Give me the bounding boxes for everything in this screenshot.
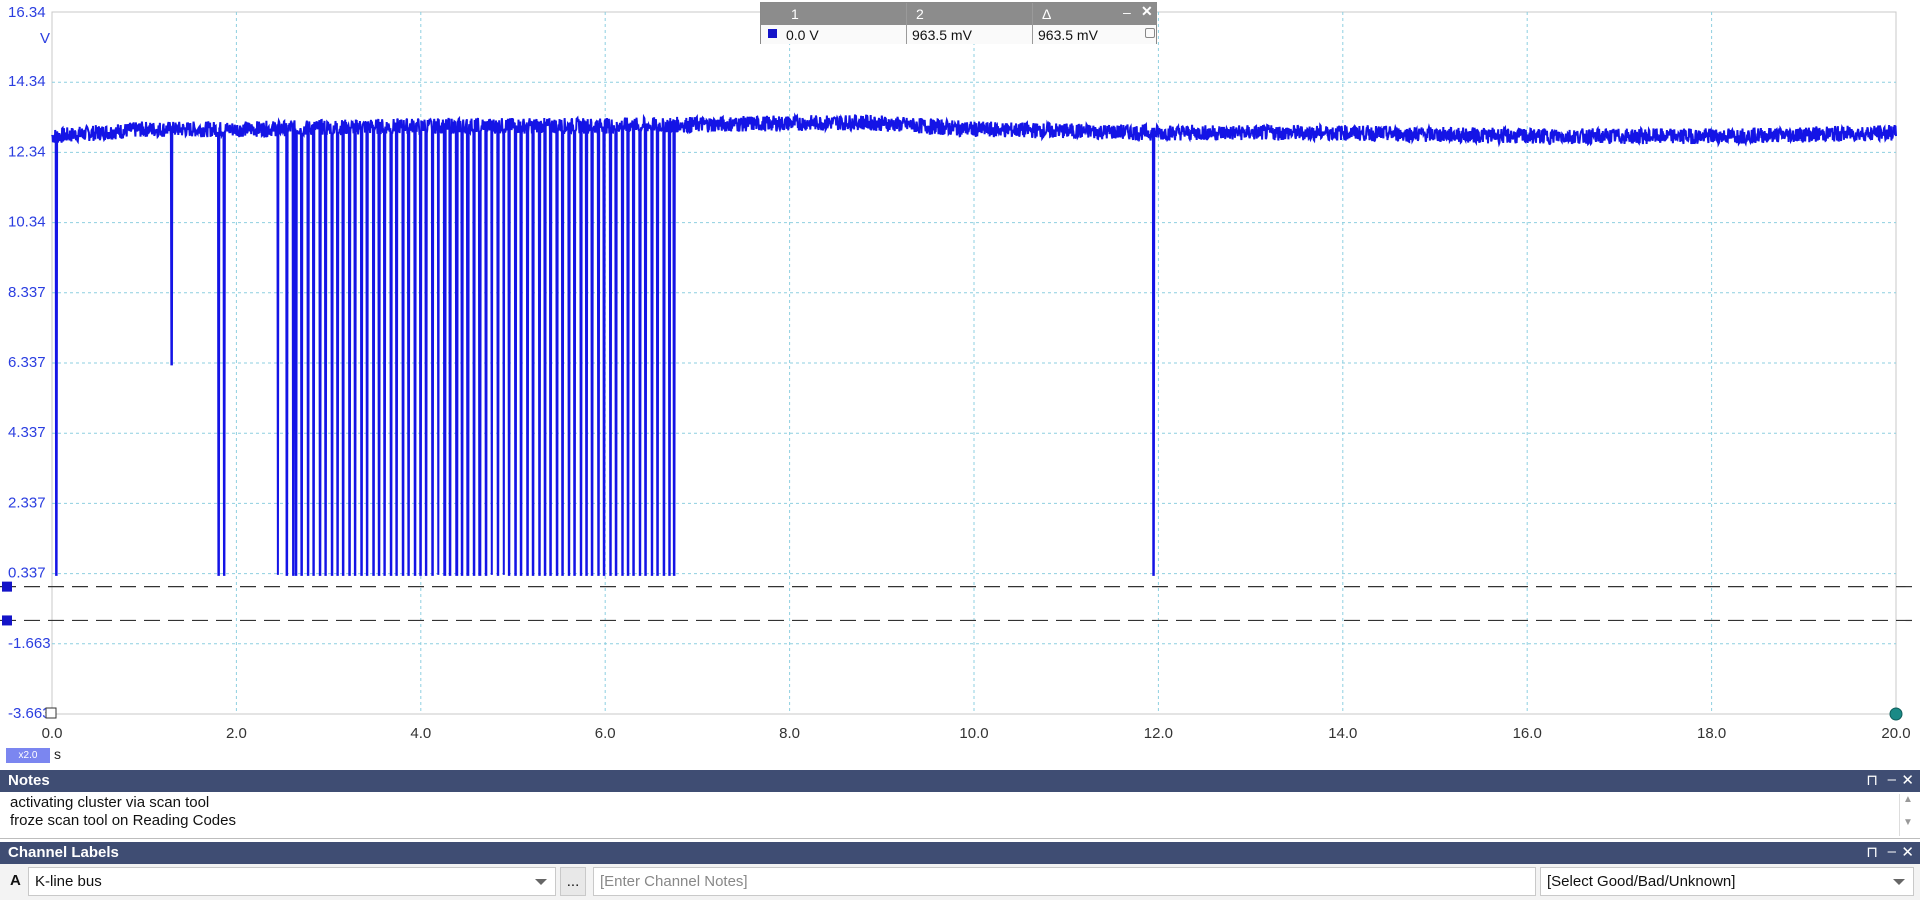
scroll-down-icon[interactable]: ▼	[1900, 817, 1916, 828]
channel-a-swatch-icon	[768, 29, 777, 38]
pin-icon[interactable]: ⊓	[1866, 771, 1878, 789]
status-select-value: [Select Good/Bad/Unknown]	[1547, 873, 1736, 890]
ruler-handle	[2, 581, 12, 592]
x-tick-label: 2.0	[226, 725, 247, 742]
ruler-2-value: 963.5 mV	[912, 27, 972, 43]
end-marker	[1889, 707, 1903, 721]
zoom-badge[interactable]: x2.0	[6, 748, 50, 763]
scope-view[interactable]: 16.34 14.34 12.34 10.34 8.337 6.337 4.337 2.337…	[0, 0, 1920, 772]
x-tick-label: 8.0	[779, 725, 800, 742]
close-icon[interactable]: ✕	[1141, 3, 1153, 20]
ruler-col-delta: Δ	[1042, 6, 1052, 22]
ruler-legend-header: 1 2 Δ ‒ ✕	[761, 3, 1156, 25]
channel-notes-input[interactable]: [Enter Channel Notes]	[593, 867, 1536, 896]
channel-letter: A	[10, 872, 21, 889]
x-tick-label: 4.0	[410, 725, 431, 742]
close-icon[interactable]: ✕	[1901, 771, 1914, 789]
pin-icon[interactable]: ⊓	[1866, 843, 1878, 861]
x-tick-label: 6.0	[595, 725, 616, 742]
close-icon[interactable]: ✕	[1901, 843, 1914, 861]
y-tick-label: 14.34	[8, 73, 46, 90]
x-tick-label: 12.0	[1144, 725, 1173, 742]
x-tick-label: 14.0	[1328, 725, 1357, 742]
y-tick-label: 0.337	[8, 565, 46, 582]
x-tick-label: 16.0	[1513, 725, 1542, 742]
x-axis-labels: 0.0 2.0 4.0 6.0 8.0 10.0 12.0 14.0 16.0 18.0 20.0	[42, 725, 1911, 742]
ruler-col-2: 2	[916, 6, 924, 22]
y-tick-label: 6.337	[8, 354, 46, 371]
channel-notes-placeholder: [Enter Channel Notes]	[600, 873, 748, 890]
x-tick-label: 0.0	[42, 725, 63, 742]
more-button[interactable]: ...	[560, 867, 586, 896]
ruler-legend[interactable]: 1 2 Δ ‒ ✕ 0.0 V 963.5 mV 963.5 mV	[760, 2, 1157, 44]
minimize-icon[interactable]: ‒	[1123, 4, 1131, 20]
waveform-chart[interactable]: 16.34 14.34 12.34 10.34 8.337 6.337 4.337 2.337…	[0, 0, 1920, 770]
y-tick-label: 10.34	[8, 214, 46, 231]
channel-label-value: K-line bus	[35, 873, 102, 890]
grid	[51, 11, 1897, 715]
channel-labels-title: Channel Labels	[8, 844, 119, 861]
minimize-icon[interactable]: ‒	[1888, 771, 1896, 788]
x-tick-label: 18.0	[1697, 725, 1726, 742]
x-axis-unit: s	[54, 746, 61, 762]
channel-label-select[interactable]: K-line bus	[28, 867, 556, 896]
ruler-lines	[0, 581, 1920, 626]
notes-scrollbar[interactable]: ▲ ▼	[1899, 794, 1916, 836]
y-tick-label: 12.34	[8, 143, 46, 160]
y-tick-label: 2.337	[8, 494, 46, 511]
y-axis-unit: V	[40, 30, 50, 47]
y-tick-label: -3.663	[8, 705, 51, 722]
trigger-marker	[45, 707, 57, 719]
x-tick-label: 20.0	[1881, 725, 1910, 742]
y-tick-label: 8.337	[8, 284, 46, 301]
ruler-handle	[2, 615, 12, 626]
y-axis-labels: 16.34 14.34 12.34 10.34 8.337 6.337 4.337 2.337…	[8, 4, 51, 722]
y-tick-label: 4.337	[8, 424, 46, 441]
x-tick-label: 10.0	[959, 725, 988, 742]
ruler-1-value: 0.0 V	[786, 27, 819, 43]
notes-panel-header: Notes ⊓ ‒ ✕	[0, 770, 1920, 792]
chevron-down-icon[interactable]	[1893, 879, 1905, 885]
ruler-col-1: 1	[791, 6, 799, 22]
y-tick-label: 16.34	[8, 4, 46, 21]
notes-title: Notes	[8, 772, 50, 789]
notes-line: activating cluster via scan tool	[10, 794, 210, 811]
ruler-values-row: 0.0 V 963.5 mV 963.5 mV	[761, 25, 1156, 44]
minimize-icon[interactable]: ‒	[1888, 843, 1896, 860]
lock-icon[interactable]	[1145, 28, 1155, 38]
channel-label-row: A K-line bus ... [Enter Channel Notes] […	[0, 864, 1920, 900]
notes-line: froze scan tool on Reading Codes	[10, 812, 236, 829]
ruler-col-sep	[1032, 3, 1033, 44]
notes-textarea[interactable]: activating cluster via scan tool froze s…	[0, 792, 1920, 839]
ruler-col-sep	[906, 3, 907, 44]
chevron-down-icon[interactable]	[535, 879, 547, 885]
status-select[interactable]: [Select Good/Bad/Unknown]	[1540, 867, 1914, 896]
y-tick-label: -1.663	[8, 635, 51, 652]
channel-labels-header: Channel Labels ⊓ ‒ ✕	[0, 842, 1920, 864]
scroll-up-icon[interactable]: ▲	[1900, 794, 1916, 805]
ruler-delta-value: 963.5 mV	[1038, 27, 1098, 43]
